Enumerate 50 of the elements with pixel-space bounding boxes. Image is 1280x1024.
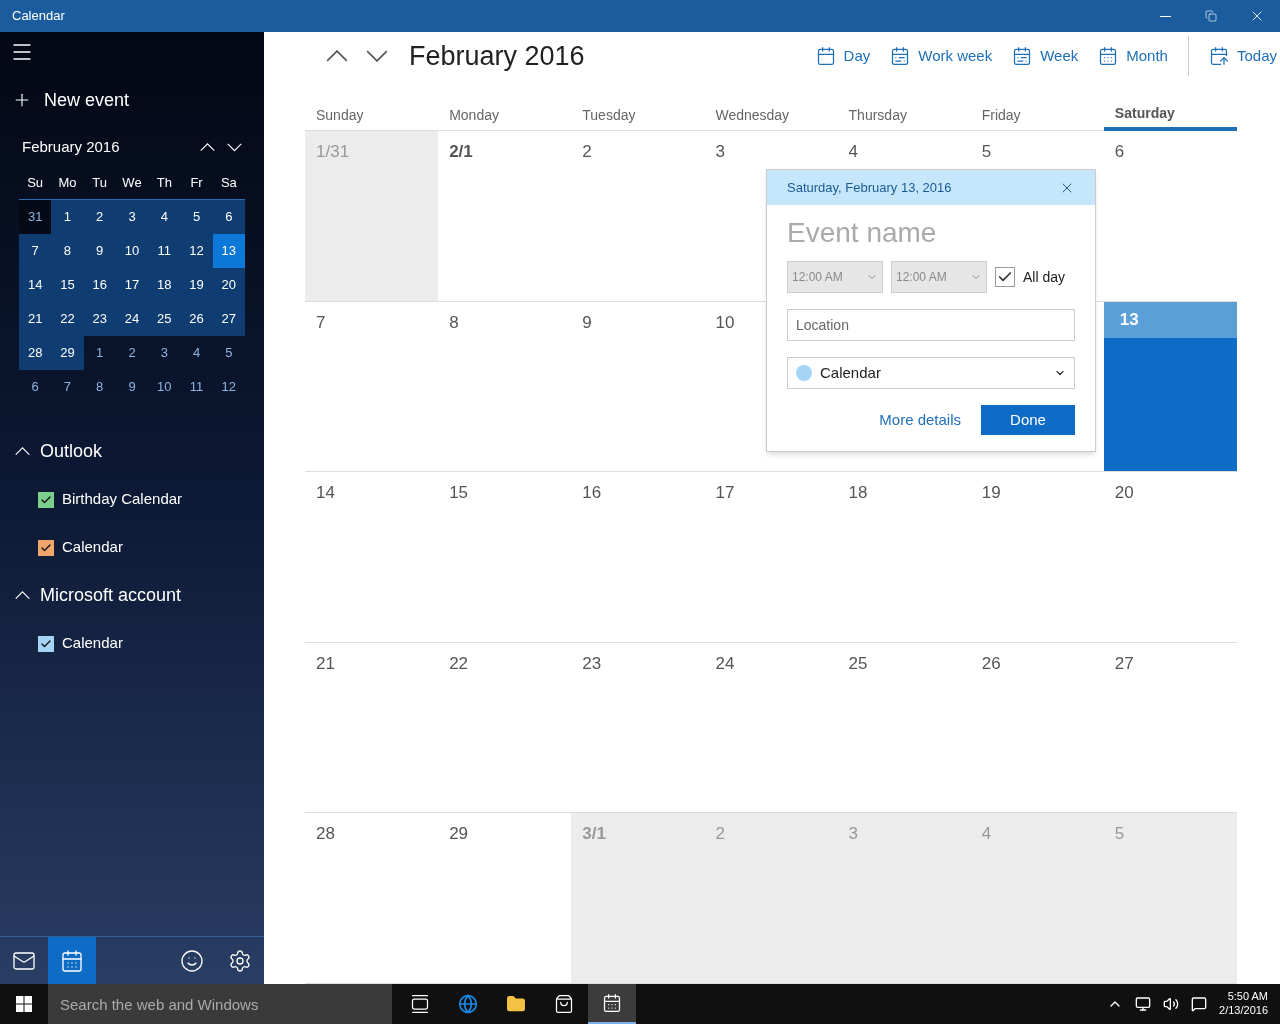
clock-time: 5:50 AM	[1227, 990, 1268, 1004]
day-number: 3	[715, 142, 725, 161]
weekday-label: Sa	[219, 173, 238, 192]
day-number: 10	[715, 312, 735, 332]
day-number: 2/1	[449, 142, 473, 161]
day-number: 8	[449, 312, 459, 332]
day-number: 27	[1114, 653, 1134, 673]
day-number: 29	[449, 824, 469, 844]
day-number: 7	[316, 312, 326, 332]
day-number: 23	[582, 653, 602, 673]
calendar-name: Calendar	[62, 633, 123, 654]
month-title: February 2016	[409, 39, 585, 73]
day-number: 25	[848, 653, 868, 673]
weekday-label: Su	[26, 173, 45, 192]
day-number: 16	[582, 483, 602, 503]
day-number: 5	[1114, 824, 1125, 844]
day-number: 6	[1114, 142, 1125, 161]
day-number: 21	[316, 653, 335, 673]
day-number: 26	[981, 653, 1001, 673]
window-title: Calendar	[12, 7, 65, 26]
day-number: 4	[848, 142, 859, 161]
popup-date: Saturday, February 13, 2016	[787, 178, 952, 197]
weekday-label: Th	[155, 173, 173, 192]
mini-calendar-title: February 2016	[22, 137, 120, 157]
day-number: 1/31	[316, 142, 350, 161]
all-day-label: All day	[1023, 267, 1066, 287]
day-number: 3/1	[582, 824, 606, 844]
calendar-name: Birthday Calendar	[62, 489, 183, 510]
weekday-label: Fr	[189, 173, 204, 192]
weekday-label: We	[121, 173, 143, 192]
day-number: 19	[981, 483, 1001, 503]
weekday-label: Tu	[91, 173, 109, 192]
day-number: 3	[848, 824, 859, 844]
weekday-label: Mo	[57, 173, 78, 192]
day-number: 9	[582, 312, 592, 332]
day-number: 20	[1114, 483, 1134, 503]
clock-date: 2/13/2016	[1219, 1004, 1268, 1018]
day-number: 17	[715, 483, 735, 503]
day-number: 14	[316, 483, 335, 503]
day-number: 2	[582, 142, 592, 161]
day-number: 5	[981, 142, 992, 161]
day-number: 22	[449, 653, 469, 673]
day-number: 15	[449, 483, 469, 503]
day-number: 2	[715, 824, 725, 844]
calendar-name: Calendar	[62, 537, 123, 558]
day-number: 24	[715, 653, 735, 673]
day-number: 18	[848, 483, 868, 503]
day-number: 28	[316, 824, 335, 844]
day-number: 13	[1103, 301, 1237, 338]
day-number: 4	[981, 824, 992, 844]
